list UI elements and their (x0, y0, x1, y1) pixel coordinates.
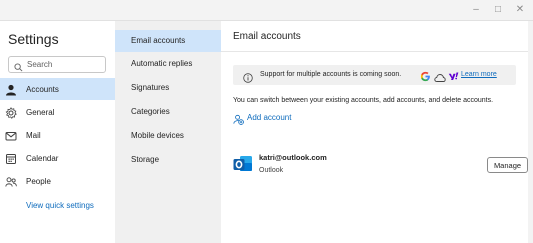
account-email: katri@outlook.com (259, 153, 327, 162)
account-type: Outlook (259, 167, 284, 174)
accounts-description: You can switch between your existing acc… (233, 97, 494, 104)
minimize-button[interactable]: – (468, 2, 484, 18)
nav-item-mail[interactable]: Mail (0, 124, 115, 146)
email-accounts-panel: Email accounts Support for multiple acco… (221, 21, 528, 243)
accounts-subnav: Email accounts Automatic replies Signatu… (115, 21, 221, 243)
mail-icon (5, 129, 17, 141)
manage-button[interactable]: Manage (487, 157, 528, 173)
subnav-item-label: Mobile devices (131, 131, 184, 140)
subnav-item-storage[interactable]: Storage (115, 149, 221, 171)
subnav-item-label: Storage (131, 155, 160, 164)
subnav-item-automatic-replies[interactable]: Automatic replies (115, 53, 221, 75)
subnav-item-signatures[interactable]: Signatures (115, 77, 221, 99)
page-title: Email accounts (233, 31, 301, 42)
header-divider (221, 51, 528, 52)
search-icon (14, 59, 23, 77)
gear-icon (5, 106, 17, 119)
yahoo-icon (448, 69, 459, 87)
search-box[interactable] (8, 56, 106, 73)
subnav-item-mobile-devices[interactable]: Mobile devices (115, 125, 221, 147)
subnav-item-label: Categories (131, 107, 170, 116)
icloud-icon (434, 70, 446, 88)
close-button[interactable]: ✕ (512, 2, 528, 18)
nav-item-label: Accounts (26, 84, 59, 94)
nav-item-label: People (26, 176, 51, 186)
nav-item-label: Mail (26, 130, 41, 140)
info-icon (243, 70, 253, 88)
people-icon (5, 175, 17, 187)
subnav-item-label: Email accounts (131, 36, 186, 45)
nav-item-calendar[interactable]: Calendar (0, 147, 115, 169)
window-edge (528, 21, 533, 243)
subnav-item-label: Automatic replies (131, 59, 193, 68)
outlook-icon (233, 154, 253, 179)
nav-item-people[interactable]: People (0, 170, 115, 192)
nav-item-label: General (26, 107, 55, 117)
account-row: katri@outlook.com Outlook Manage (233, 151, 528, 185)
subnav-item-label: Signatures (131, 83, 170, 92)
settings-title: Settings (8, 31, 59, 47)
add-person-icon (233, 112, 244, 130)
title-bar: – □ ✕ (0, 0, 533, 20)
view-quick-settings-link[interactable]: View quick settings (26, 201, 94, 210)
nav-item-label: Calendar (26, 153, 59, 163)
nav-item-general[interactable]: General (0, 101, 115, 123)
add-account-label: Add account (247, 113, 292, 122)
person-icon (5, 83, 17, 96)
google-icon (420, 69, 431, 87)
maximize-button[interactable]: □ (490, 2, 506, 18)
search-input[interactable] (27, 58, 101, 71)
nav-item-accounts[interactable]: Accounts (0, 78, 115, 100)
calendar-icon (5, 152, 17, 164)
subnav-item-categories[interactable]: Categories (115, 101, 221, 123)
multiple-accounts-notice: Support for multiple accounts is coming … (233, 65, 516, 85)
notice-text: Support for multiple accounts is coming … (260, 71, 402, 78)
settings-nav: Settings Accounts General Mail (0, 21, 115, 243)
subnav-item-email-accounts[interactable]: Email accounts (115, 30, 221, 52)
settings-dialog: Settings Accounts General Mail (0, 20, 533, 243)
learn-more-link[interactable]: Learn more (461, 71, 497, 78)
